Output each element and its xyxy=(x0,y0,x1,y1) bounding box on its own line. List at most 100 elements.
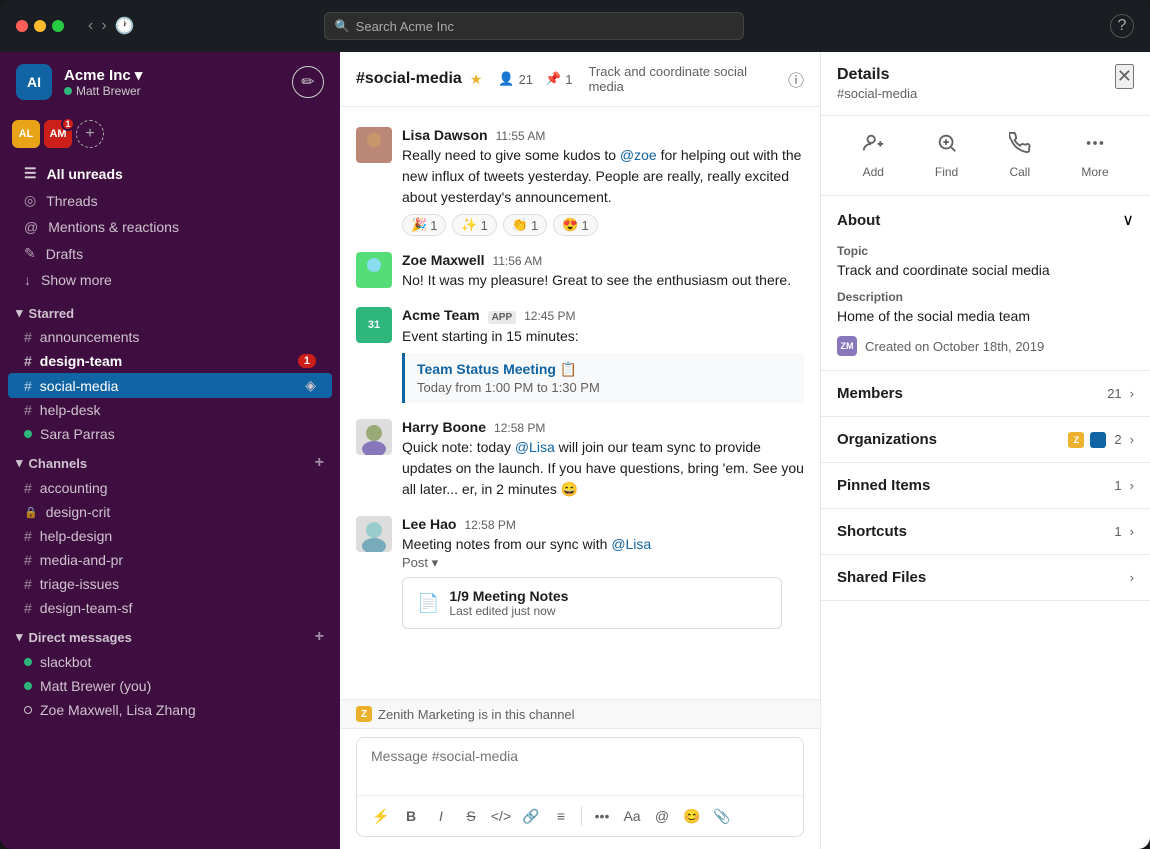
message-5: Lee Hao 12:58 PM Meeting notes from our … xyxy=(340,512,820,633)
channels-section-header[interactable]: ▾ Channels + xyxy=(0,446,340,476)
add-dm-button[interactable]: + xyxy=(315,628,324,646)
member-count-button[interactable]: 👤 21 xyxy=(498,71,533,87)
message-input[interactable] xyxy=(357,738,803,790)
reaction-clap[interactable]: 👏 1 xyxy=(503,214,547,236)
dm-group[interactable]: Zoe Maxwell, Lisa Zhang xyxy=(8,698,332,722)
close-details-button[interactable]: ✕ xyxy=(1115,64,1134,89)
dm-matt-brewer[interactable]: Matt Brewer (you) xyxy=(8,674,332,698)
starred-section-header[interactable]: ▾ Starred xyxy=(0,297,340,325)
star-button[interactable]: ★ xyxy=(470,71,483,88)
dm-section-header[interactable]: ▾ Direct messages + xyxy=(0,620,340,650)
dm-slackbot[interactable]: slackbot xyxy=(8,650,332,674)
channel-help-design[interactable]: # help-design xyxy=(8,524,332,548)
bold-button[interactable]: B xyxy=(397,802,425,830)
channel-announcements[interactable]: # announcements xyxy=(8,325,332,349)
mention-lisa[interactable]: @Lisa xyxy=(515,439,555,455)
message-author[interactable]: Lee Hao xyxy=(402,516,456,532)
pinned-items-header[interactable]: Pinned Items 1 › xyxy=(821,463,1150,508)
list-button[interactable]: ≡ xyxy=(547,802,575,830)
details-title: Details xyxy=(837,66,917,84)
message-author[interactable]: Harry Boone xyxy=(402,419,486,435)
shortcuts-header[interactable]: Shortcuts 1 › xyxy=(821,509,1150,554)
emoji-button[interactable]: 😊 xyxy=(678,802,706,830)
italic-button[interactable]: I xyxy=(427,802,455,830)
nav-item-mentions[interactable]: @ Mentions & reactions xyxy=(8,214,332,240)
channel-design-crit[interactable]: 🔒 design-crit xyxy=(8,500,332,524)
message-1: Lisa Dawson 11:55 AM Really need to give… xyxy=(340,123,820,240)
add-channel-button[interactable]: + xyxy=(315,454,324,472)
channel-triage-issues[interactable]: # triage-issues xyxy=(8,572,332,596)
nav-item-drafts[interactable]: ✎ Drafts xyxy=(8,240,332,267)
close-button[interactable] xyxy=(16,20,28,32)
add-workspace-button[interactable]: + xyxy=(76,120,104,148)
event-title[interactable]: Team Status Meeting 📋 xyxy=(417,361,792,378)
compose-button[interactable]: ✏ xyxy=(292,66,324,98)
message-author[interactable]: Zoe Maxwell xyxy=(402,252,484,268)
dm-chevron-icon: ▾ xyxy=(16,629,23,645)
action-add[interactable]: Add xyxy=(862,132,884,179)
messages-area: Lisa Dawson 11:55 AM Really need to give… xyxy=(340,107,820,699)
mention-zoe[interactable]: @zoe xyxy=(620,147,657,163)
info-button[interactable]: ⓘ xyxy=(788,67,804,91)
pinned-chevron-icon: › xyxy=(1130,478,1134,493)
channel-social-media[interactable]: # social-media ◈ xyxy=(8,373,332,398)
minimize-button[interactable] xyxy=(34,20,46,32)
channel-design-team[interactable]: # design-team 1 xyxy=(8,349,332,373)
code-button[interactable]: </> xyxy=(487,802,515,830)
maximize-button[interactable] xyxy=(52,20,64,32)
channel-accounting[interactable]: # accounting xyxy=(8,476,332,500)
channel-media-and-pr[interactable]: # media-and-pr xyxy=(8,548,332,572)
reaction-heart-eyes[interactable]: 😍 1 xyxy=(553,214,597,236)
post-card[interactable]: 📄 1/9 Meeting Notes Last edited just now xyxy=(402,577,782,629)
channel-help-desk[interactable]: # help-desk xyxy=(8,398,332,422)
more-formatting-button[interactable]: ••• xyxy=(588,802,616,830)
message-time: 11:55 AM xyxy=(496,129,546,143)
shortcuts-section: Shortcuts 1 › xyxy=(821,509,1150,555)
channel-design-team-sf[interactable]: # design-team-sf xyxy=(8,596,332,620)
about-section: About ∨ Topic Track and coordinate socia… xyxy=(821,196,1150,371)
link-button[interactable]: 🔗 xyxy=(517,802,545,830)
nav-item-threads[interactable]: ◎ Threads xyxy=(8,187,332,214)
shared-files-header[interactable]: Shared Files › xyxy=(821,555,1150,600)
message-input-area: ⚡ B I S </> 🔗 ≡ ••• Aa @ 😊 📎 xyxy=(340,728,820,849)
about-section-header[interactable]: About ∨ xyxy=(821,196,1150,244)
reaction-sparkles[interactable]: ✨ 1 xyxy=(452,214,496,236)
post-label[interactable]: Post ▾ xyxy=(402,555,804,571)
nav-item-all-unreads[interactable]: ☰ All unreads xyxy=(8,160,332,187)
members-section-header[interactable]: Members 21 › xyxy=(821,371,1150,416)
organizations-section-header[interactable]: Organizations Z 2 › xyxy=(821,417,1150,462)
avatar-lisa-dawson xyxy=(356,127,392,163)
workspace-avatar-al[interactable]: AL xyxy=(12,120,40,148)
mention-button[interactable]: @ xyxy=(648,802,676,830)
message-header-3: Acme Team APP 12:45 PM xyxy=(402,307,804,324)
message-header-1: Lisa Dawson 11:55 AM xyxy=(402,127,804,143)
message-author[interactable]: Acme Team xyxy=(402,307,480,323)
reaction-party[interactable]: 🎉 1 xyxy=(402,214,446,236)
action-more[interactable]: More xyxy=(1081,132,1108,179)
avatar-lee-hao xyxy=(356,516,392,552)
mention-lisa2[interactable]: @Lisa xyxy=(611,536,651,552)
pinned-count-button[interactable]: 📌 1 xyxy=(545,71,572,87)
back-button[interactable]: ‹ xyxy=(88,16,93,36)
workspace-avatar-am[interactable]: AM 1 xyxy=(44,120,72,148)
help-button[interactable]: ? xyxy=(1110,14,1134,38)
starred-section-title: Starred xyxy=(29,306,75,321)
search-bar[interactable]: 🔍 Search Acme Inc xyxy=(324,12,744,40)
forward-button[interactable]: › xyxy=(101,16,106,36)
event-card[interactable]: Team Status Meeting 📋 Today from 1:00 PM… xyxy=(402,353,804,403)
message-author[interactable]: Lisa Dawson xyxy=(402,127,488,143)
workspace-name[interactable]: Acme Inc ▾ xyxy=(64,66,280,84)
attachment-button[interactable]: 📎 xyxy=(708,802,736,830)
strikethrough-button[interactable]: S xyxy=(457,802,485,830)
nav-item-show-more[interactable]: ↓ Show more xyxy=(8,267,332,293)
traffic-lights xyxy=(16,20,64,32)
lightning-button[interactable]: ⚡ xyxy=(367,802,395,830)
action-find[interactable]: Find xyxy=(935,132,958,179)
channel-name-label: help-desk xyxy=(40,402,101,418)
members-section: Members 21 › xyxy=(821,371,1150,417)
message-text: Quick note: today @Lisa will join our te… xyxy=(402,437,804,500)
font-size-button[interactable]: Aa xyxy=(618,802,646,830)
history-button[interactable]: 🕐 xyxy=(115,16,135,36)
action-call[interactable]: Call xyxy=(1009,132,1031,179)
dm-sara-parras[interactable]: Sara Parras xyxy=(8,422,332,446)
